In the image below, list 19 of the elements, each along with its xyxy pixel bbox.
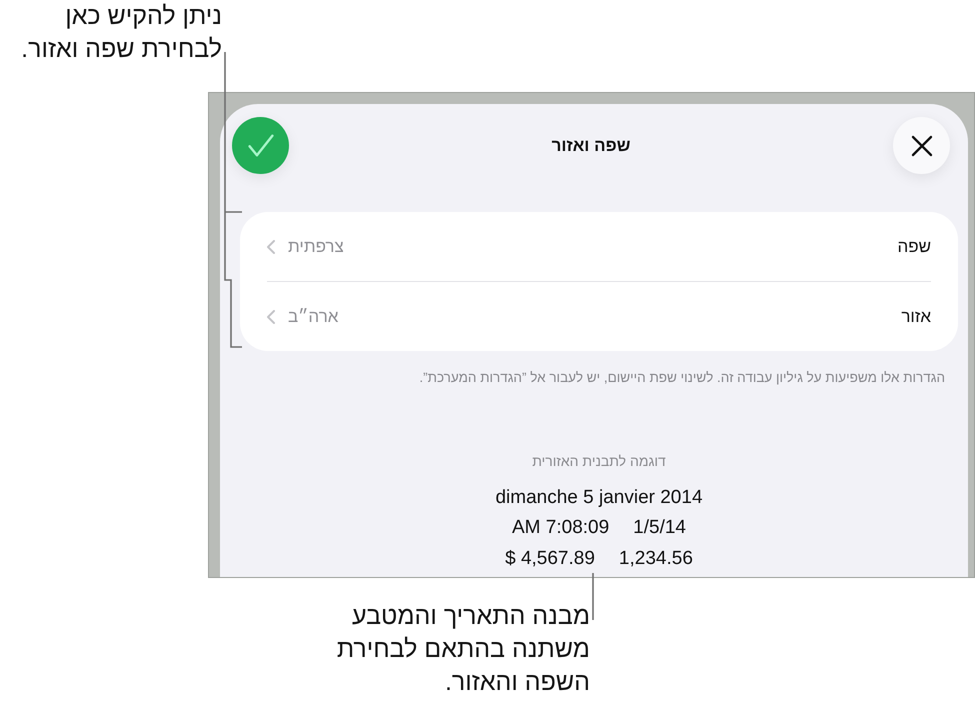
sample-text: 1,234.56 bbox=[618, 547, 693, 571]
chevron-icon bbox=[267, 240, 275, 254]
sheet-title: שפה ואזור bbox=[552, 136, 630, 156]
setting-value[interactable]: ארה״ב bbox=[267, 306, 338, 326]
sample-text: dimanche 5 janvier 2014 bbox=[495, 486, 703, 510]
setting-value[interactable]: צרפתית bbox=[267, 236, 344, 256]
sample-text: $ 4,567.89 bbox=[505, 547, 595, 571]
callout-text: מבנה התאריך והמטבע משתנה בהתאם לבחירת השפה והאזור. bbox=[336, 601, 590, 698]
leader-line bbox=[592, 573, 594, 620]
setting-label: שפה bbox=[897, 236, 931, 256]
close-icon bbox=[910, 134, 932, 156]
sample-heading: דוגמה לתבנית האזורית bbox=[532, 452, 666, 470]
setting-label: אזור bbox=[901, 306, 931, 326]
chevron-icon bbox=[267, 310, 275, 324]
check-icon bbox=[248, 134, 274, 157]
sample-text: AM 7:08:09 bbox=[512, 516, 610, 540]
note-text: הגדרות אלו משפיעות על גיליון עבודה זה. לשינוי שפת היישום, יש לעבור אל ”הגדרות המערכת”. bbox=[418, 370, 945, 386]
sample-text: 1/5/14 bbox=[633, 516, 686, 540]
callout-text: ניתן להקיש כאן לבחירת שפה ואזור. bbox=[20, 1, 222, 65]
